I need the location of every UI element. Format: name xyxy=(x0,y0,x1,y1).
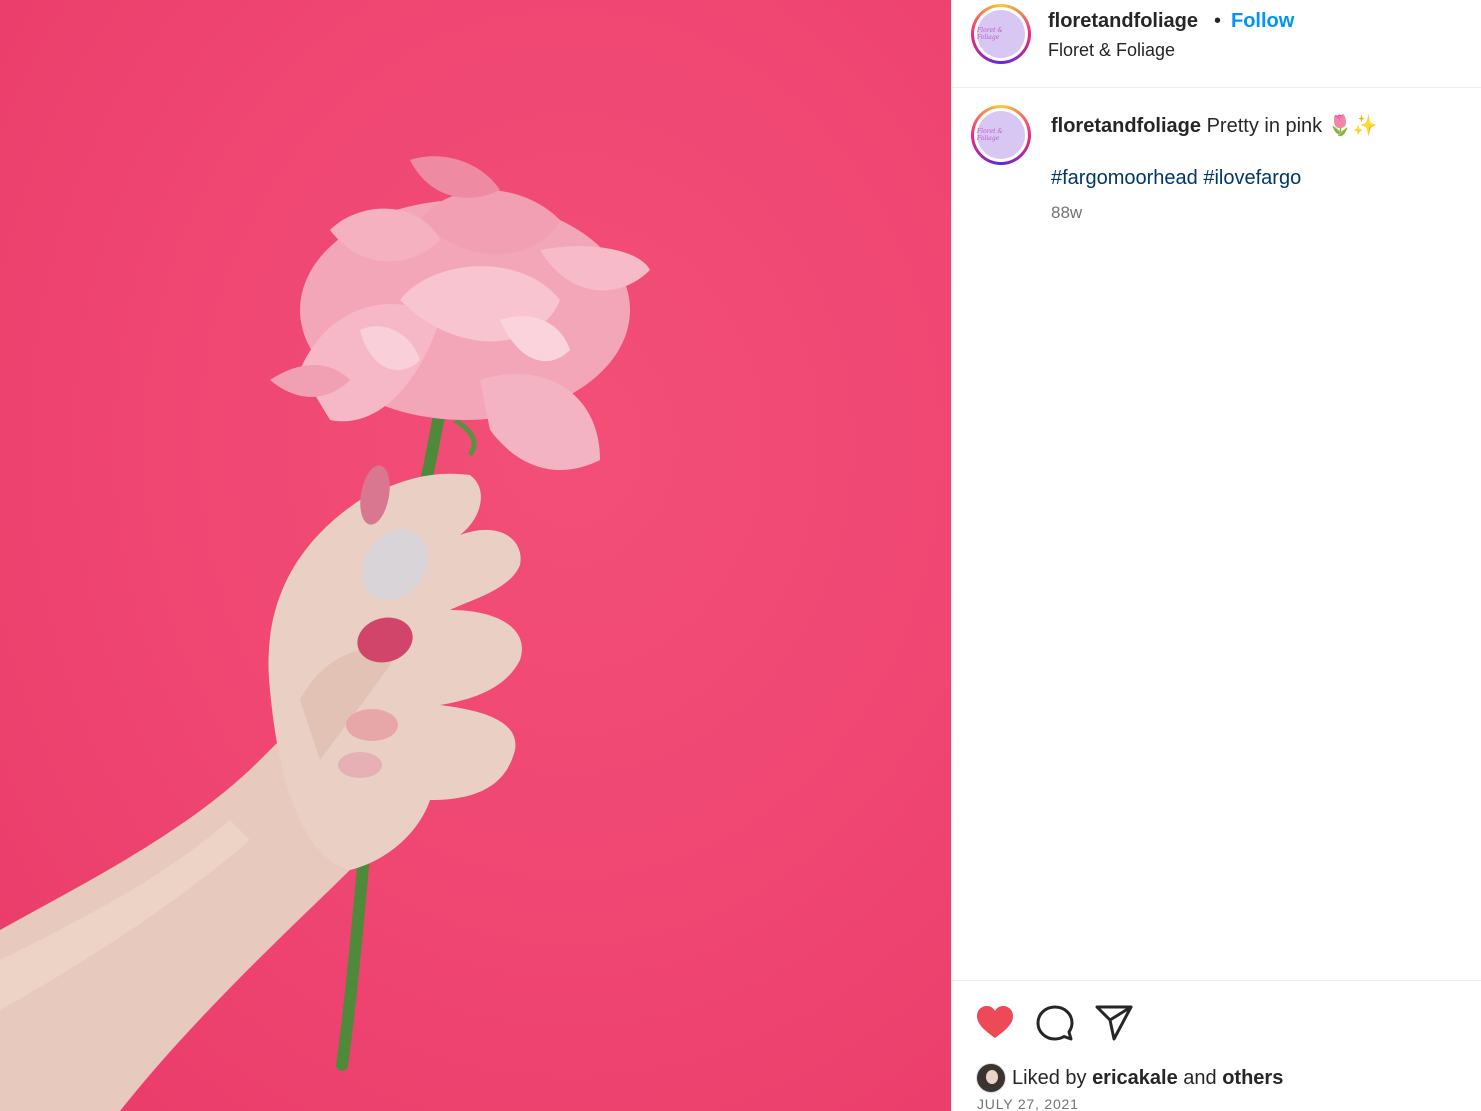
liker-avatar[interactable] xyxy=(976,1063,1006,1093)
caption-emoji: 🌷✨ xyxy=(1327,115,1378,137)
liked-by: Liked by ericakale and others xyxy=(976,1063,1283,1093)
action-bar: Liked by ericakale and others JULY 27, 2… xyxy=(952,980,1481,1111)
caption-username[interactable]: floretandfoliage xyxy=(1051,115,1201,137)
avatar[interactable]: Floret & Foliage xyxy=(971,4,1031,64)
header-username[interactable]: floretandfoliage xyxy=(1048,10,1198,33)
share-icon xyxy=(1095,1005,1133,1041)
hashtags: #fargomoorhead #ilovefargo xyxy=(1051,167,1301,190)
separator-dot: • xyxy=(1214,10,1222,32)
comment-button[interactable] xyxy=(1034,1002,1076,1044)
follow-button[interactable]: Follow xyxy=(1231,10,1294,33)
caption-text: Pretty in pink xyxy=(1206,115,1323,137)
header-subtitle: Floret & Foliage xyxy=(1048,40,1176,60)
caption-avatar-logo: Floret & Foliage xyxy=(977,128,1003,142)
comment-icon xyxy=(1036,1005,1074,1041)
hashtag-link[interactable]: #ilovefargo xyxy=(1203,167,1301,189)
post-photo[interactable] xyxy=(0,0,951,1111)
caption-timestamp[interactable]: 88w xyxy=(1051,203,1082,223)
liker-username[interactable]: ericakale xyxy=(1092,1067,1178,1089)
caption-line: floretandfoliage Pretty in pink 🌷✨ xyxy=(1051,113,1378,138)
like-button[interactable] xyxy=(974,1002,1016,1044)
hashtag-link[interactable]: #fargomoorhead xyxy=(1051,167,1198,189)
post-date[interactable]: JULY 27, 2021 xyxy=(977,1096,1079,1111)
rose-photo-illustration xyxy=(0,156,650,1111)
liked-by-and: and xyxy=(1183,1066,1217,1089)
post-sidebar: Floret & Foliage floretandfoliage • Foll… xyxy=(951,0,1481,1111)
avatar-logo: Floret & Foliage xyxy=(977,27,1003,41)
caption-avatar[interactable]: Floret & Foliage xyxy=(971,105,1031,165)
post-header: Floret & Foliage floretandfoliage • Foll… xyxy=(952,0,1481,88)
heart-filled-icon xyxy=(977,1006,1013,1038)
likes-others-link[interactable]: others xyxy=(1222,1067,1283,1089)
share-button[interactable] xyxy=(1093,1002,1135,1044)
liked-by-prefix: Liked by xyxy=(1012,1066,1087,1089)
